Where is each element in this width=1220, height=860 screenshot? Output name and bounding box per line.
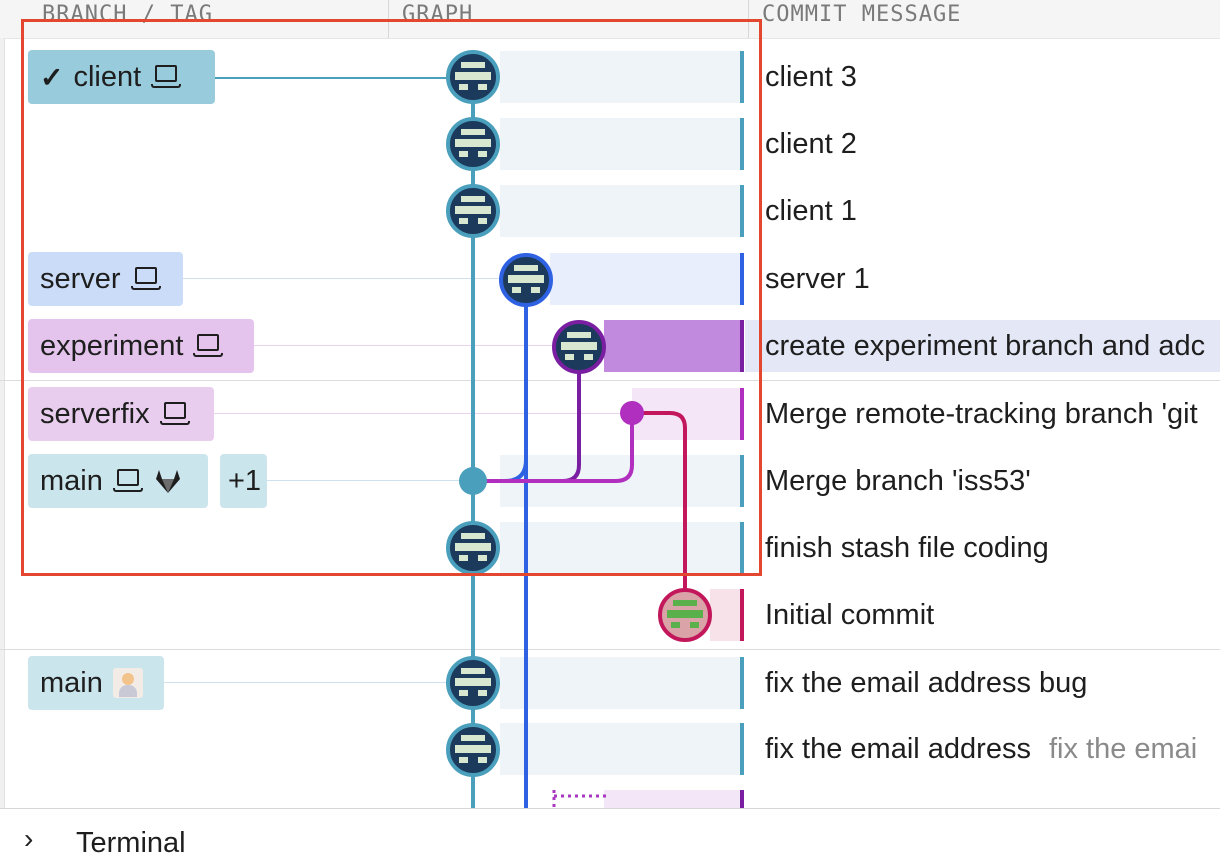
annotation-highlight-box [21, 19, 762, 576]
commit-node-avatar [446, 723, 500, 777]
chevron-right-icon[interactable]: › [24, 823, 33, 855]
terminal-panel-header[interactable]: › Terminal [0, 808, 1220, 859]
commit-node-avatar [658, 588, 712, 642]
commit-node-avatar [446, 656, 500, 710]
